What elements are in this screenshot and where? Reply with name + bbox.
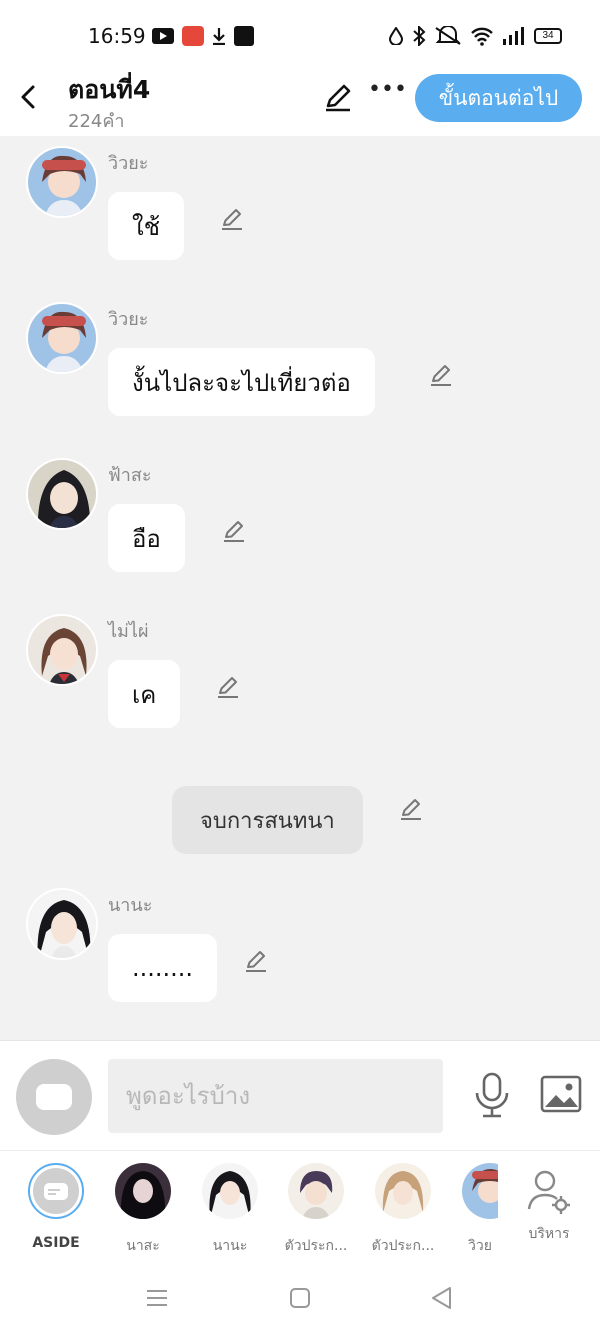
back-triangle-icon[interactable] bbox=[428, 1284, 456, 1312]
character-label: ASIDE bbox=[32, 1235, 80, 1251]
message-input[interactable] bbox=[108, 1059, 443, 1133]
youtube-icon bbox=[152, 28, 174, 44]
character-item[interactable]: นาสะ bbox=[100, 1163, 186, 1257]
drop-icon bbox=[388, 27, 404, 45]
speaker-name: นานะ bbox=[108, 895, 153, 916]
end-conversation-bubble[interactable]: จบการสนทนา bbox=[172, 786, 363, 854]
avatar[interactable] bbox=[26, 146, 98, 218]
edit-message-icon[interactable] bbox=[428, 362, 454, 388]
speaker-name: วิวยะ bbox=[108, 309, 149, 330]
character-label: บริหาร bbox=[528, 1226, 570, 1242]
character-item[interactable]: ตัวประก... bbox=[360, 1163, 446, 1257]
character-item[interactable]: นานะ bbox=[187, 1163, 273, 1257]
edit-pencil-icon[interactable] bbox=[322, 82, 354, 114]
message-bubble[interactable]: ใช้ bbox=[108, 192, 185, 260]
message-composer bbox=[0, 1040, 600, 1150]
status-bar: 16:59 34 bbox=[0, 0, 600, 64]
manage-characters-button[interactable]: บริหาร bbox=[506, 1163, 592, 1245]
system-nav-bar bbox=[0, 1260, 600, 1333]
edit-message-icon[interactable] bbox=[243, 948, 269, 974]
aside-toggle-button[interactable] bbox=[16, 1059, 92, 1135]
speaker-name: ไม่ไผ่ bbox=[108, 621, 149, 642]
character-item[interactable]: ตัวประก... bbox=[273, 1163, 359, 1257]
editor-header: ตอนที่4 224คำ ••• ขั้นตอนต่อไป bbox=[0, 64, 600, 136]
home-square-icon[interactable] bbox=[286, 1284, 314, 1312]
character-item[interactable]: วิวย bbox=[446, 1163, 498, 1257]
battery-indicator: 34 bbox=[534, 28, 562, 44]
image-upload-icon[interactable] bbox=[540, 1075, 582, 1113]
status-notification-icons bbox=[152, 26, 254, 46]
message-bubble[interactable]: งั้นไปละจะไปเที่ยวต่อ bbox=[108, 348, 375, 416]
speaker-name: วิวยะ bbox=[108, 153, 149, 174]
avatar bbox=[115, 1163, 171, 1219]
menu-icon[interactable] bbox=[143, 1284, 171, 1312]
message-bubble[interactable]: อือ bbox=[108, 504, 185, 572]
edit-message-icon[interactable] bbox=[215, 674, 241, 700]
signal-icon bbox=[503, 27, 524, 45]
avatar bbox=[288, 1163, 344, 1219]
status-time: 16:59 bbox=[88, 24, 146, 48]
manga-app-icon bbox=[182, 26, 204, 46]
speaker-name: ฟ้าสะ bbox=[108, 465, 152, 486]
wifi-icon bbox=[471, 27, 493, 46]
avatar bbox=[462, 1163, 498, 1219]
edit-message-icon[interactable] bbox=[221, 518, 247, 544]
character-aside[interactable]: ASIDE bbox=[13, 1163, 99, 1251]
webtoon-app-icon bbox=[234, 26, 254, 46]
avatar bbox=[202, 1163, 258, 1219]
character-label: วิวย bbox=[468, 1238, 492, 1254]
aside-avatar bbox=[28, 1163, 84, 1219]
edit-message-icon[interactable] bbox=[219, 206, 245, 232]
mute-icon bbox=[435, 26, 461, 45]
avatar[interactable] bbox=[26, 888, 98, 960]
microphone-icon[interactable] bbox=[472, 1071, 512, 1119]
status-system-icons: 34 bbox=[388, 26, 562, 46]
character-label: นานะ bbox=[212, 1238, 248, 1254]
avatar bbox=[375, 1163, 431, 1219]
bluetooth-icon bbox=[413, 26, 426, 46]
message-bubble[interactable]: ........ bbox=[108, 934, 218, 1002]
character-label: นาสะ bbox=[126, 1238, 160, 1254]
chat-area: วิวยะ ใช้ วิวยะ งั้นไปละจะไปเที่ยวต่อ ฟ้… bbox=[0, 136, 600, 1040]
word-count: 224คำ bbox=[68, 111, 125, 132]
back-arrow-icon[interactable] bbox=[14, 80, 44, 114]
character-label: ตัวประก... bbox=[371, 1238, 435, 1254]
chat-bubble-icon bbox=[36, 1084, 72, 1110]
edit-message-icon[interactable] bbox=[398, 796, 424, 822]
avatar[interactable] bbox=[26, 458, 98, 530]
episode-title: ตอนที่4 bbox=[68, 75, 151, 104]
avatar[interactable] bbox=[26, 302, 98, 374]
download-icon bbox=[213, 28, 225, 45]
character-bar: ASIDE นาสะ นานะ ตัวประก... ตัวประก... วิ… bbox=[0, 1150, 600, 1260]
next-step-button[interactable]: ขั้นตอนต่อไป bbox=[415, 74, 582, 122]
user-settings-icon bbox=[527, 1170, 570, 1214]
character-label: ตัวประก... bbox=[284, 1238, 348, 1254]
more-options-icon[interactable]: ••• bbox=[368, 79, 407, 110]
message-bubble[interactable]: เค bbox=[108, 660, 181, 728]
avatar[interactable] bbox=[26, 614, 98, 686]
